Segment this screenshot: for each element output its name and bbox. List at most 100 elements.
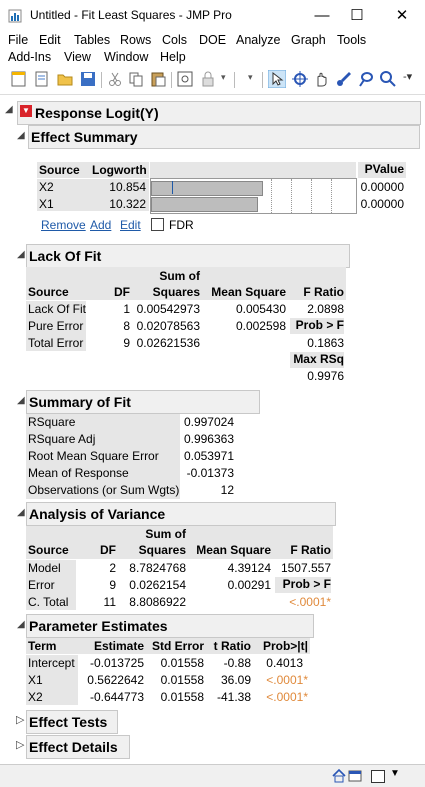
menu-analyze[interactable]: Analyze [236, 33, 280, 47]
disclosure-open-icon[interactable]: ◢ [17, 619, 25, 630]
maximize-button[interactable]: ☐ [335, 2, 379, 30]
disclosure-closed-icon[interactable]: ▷ [16, 738, 24, 751]
menu-window[interactable]: Window [104, 50, 148, 64]
lock-icon[interactable] [199, 70, 217, 88]
copy-icon[interactable] [127, 70, 145, 88]
close-button[interactable]: ✕ [380, 2, 424, 30]
title-bar: Untitled - Fit Least Squares - JMP Pro —… [0, 0, 425, 31]
paste-icon[interactable] [149, 70, 167, 88]
disclosure-open-icon[interactable]: ◢ [17, 130, 25, 141]
remove-link[interactable]: Remove [41, 218, 86, 232]
col-ms: Mean Square [211, 285, 286, 299]
disclosure-open-icon[interactable]: ◢ [17, 249, 25, 260]
new-script-icon[interactable] [33, 70, 51, 88]
pe-estimate: -0.013725 [89, 656, 144, 670]
lof-df: 1 [123, 302, 130, 316]
menu-graph[interactable]: Graph [291, 33, 326, 47]
anova-df: 9 [109, 578, 116, 592]
magnifier-tool-icon[interactable] [379, 70, 397, 88]
col-source: Source [28, 285, 69, 299]
menu-help[interactable]: Help [160, 50, 186, 64]
anova-outline[interactable]: Analysis of Variance [26, 502, 336, 526]
col-ss-top: Sum of [159, 269, 200, 283]
lof-df: 9 [123, 336, 130, 350]
logworth-bar-area [150, 178, 357, 214]
add-link[interactable]: Add [90, 218, 111, 232]
pe-prob: <.0001* [266, 690, 308, 704]
open-folder-icon[interactable] [56, 70, 74, 88]
brush-tool-icon[interactable] [335, 70, 353, 88]
layout-dropdown-icon[interactable]: ▼ [390, 768, 400, 779]
col-source: Source [28, 543, 69, 557]
report-area: ◢ ▼ Response Logit(Y) ◢ Effect Summary S… [0, 96, 425, 764]
layout-icon[interactable] [371, 770, 385, 783]
toolbar-separator [171, 72, 172, 88]
disclosure-open-icon[interactable]: ◢ [17, 395, 25, 406]
menu-edit[interactable]: Edit [39, 33, 61, 47]
new-data-table-icon[interactable] [10, 70, 28, 88]
fdr-checkbox[interactable] [151, 218, 164, 231]
menu-file[interactable]: File [8, 33, 28, 47]
lack-of-fit-outline[interactable]: Lack Of Fit [26, 244, 350, 268]
col-df: DF [100, 543, 116, 557]
menu-rows[interactable]: Rows [120, 33, 151, 47]
lasso-tool-icon[interactable] [357, 70, 375, 88]
disclosure-open-icon[interactable]: ◢ [5, 104, 13, 115]
sof-label: Root Mean Square Error [28, 449, 159, 463]
max-rsq-label: Max RSq [290, 352, 344, 368]
menu-doe[interactable]: DOE [199, 33, 226, 47]
toolbar: ▾ ▾ -▾ [0, 66, 425, 95]
lof-ss: 0.02621536 [136, 336, 200, 350]
edit-link[interactable]: Edit [120, 218, 141, 232]
col-f: F Ratio [290, 543, 331, 557]
effect-details-outline[interactable]: Effect Details [26, 735, 130, 759]
home-icon[interactable] [332, 769, 346, 783]
menu-view[interactable]: View [64, 50, 91, 64]
response-outline: ▼ Response Logit(Y) [17, 101, 421, 125]
col-logworth: Logworth [92, 163, 147, 177]
menu-tools[interactable]: Tools [337, 33, 366, 47]
report-icon[interactable] [176, 70, 194, 88]
effect-summary-title: Effect Summary [31, 129, 138, 145]
toolbar-overflow-icon[interactable]: ▾ [248, 72, 253, 83]
lack-of-fit-title: Lack Of Fit [29, 248, 102, 264]
col-prob-t: Prob>|t| [262, 639, 308, 653]
lof-source: Total Error [28, 336, 84, 350]
menu-cols[interactable]: Cols [162, 33, 187, 47]
disclosure-open-icon[interactable]: ◢ [17, 507, 25, 518]
anova-ss: 8.7824768 [129, 561, 186, 575]
col-ms: Mean Square [196, 543, 271, 557]
cut-icon[interactable] [106, 70, 124, 88]
toolbar-overflow-icon[interactable]: ▾ [221, 72, 226, 83]
summary-of-fit-outline[interactable]: Summary of Fit [26, 390, 260, 414]
anova-f: 1507.557 [280, 561, 331, 575]
col-pvalue: PValue [358, 162, 406, 178]
pe-std-error: 0.01558 [160, 656, 204, 670]
col-ss: Squares [152, 285, 200, 299]
arrow-tool-icon[interactable] [268, 70, 286, 88]
red-triangle-menu-icon[interactable]: ▼ [20, 105, 32, 117]
pe-t-ratio: -41.38 [216, 690, 251, 704]
logworth-marker [172, 181, 173, 194]
sof-value: 0.997024 [183, 415, 234, 429]
crosshair-tool-icon[interactable] [291, 70, 309, 88]
gridline [291, 179, 292, 213]
anova-source: C. Total [28, 595, 69, 609]
sof-value: 12 [220, 483, 234, 497]
effect-summary-outline[interactable]: Effect Summary [28, 125, 420, 149]
window-title: Untitled - Fit Least Squares - JMP Pro [30, 8, 232, 22]
menu-add-ins[interactable]: Add-Ins [8, 50, 51, 64]
parameter-estimates-title: Parameter Estimates [29, 618, 168, 634]
toolbar-separator [101, 72, 102, 88]
disclosure-closed-icon[interactable]: ▷ [16, 713, 24, 726]
save-icon[interactable] [79, 70, 97, 88]
toolbar-overflow-icon[interactable]: -▾ [403, 70, 412, 83]
menu-tables[interactable]: Tables [74, 33, 110, 47]
pe-term: X2 [28, 690, 43, 704]
logworth-bar-header [150, 162, 356, 178]
effect-tests-outline[interactable]: Effect Tests [26, 710, 118, 734]
hand-tool-icon[interactable] [313, 70, 331, 88]
sof-value: -0.01373 [186, 466, 234, 480]
window-list-icon[interactable] [348, 769, 362, 783]
parameter-estimates-outline[interactable]: Parameter Estimates [26, 614, 314, 638]
